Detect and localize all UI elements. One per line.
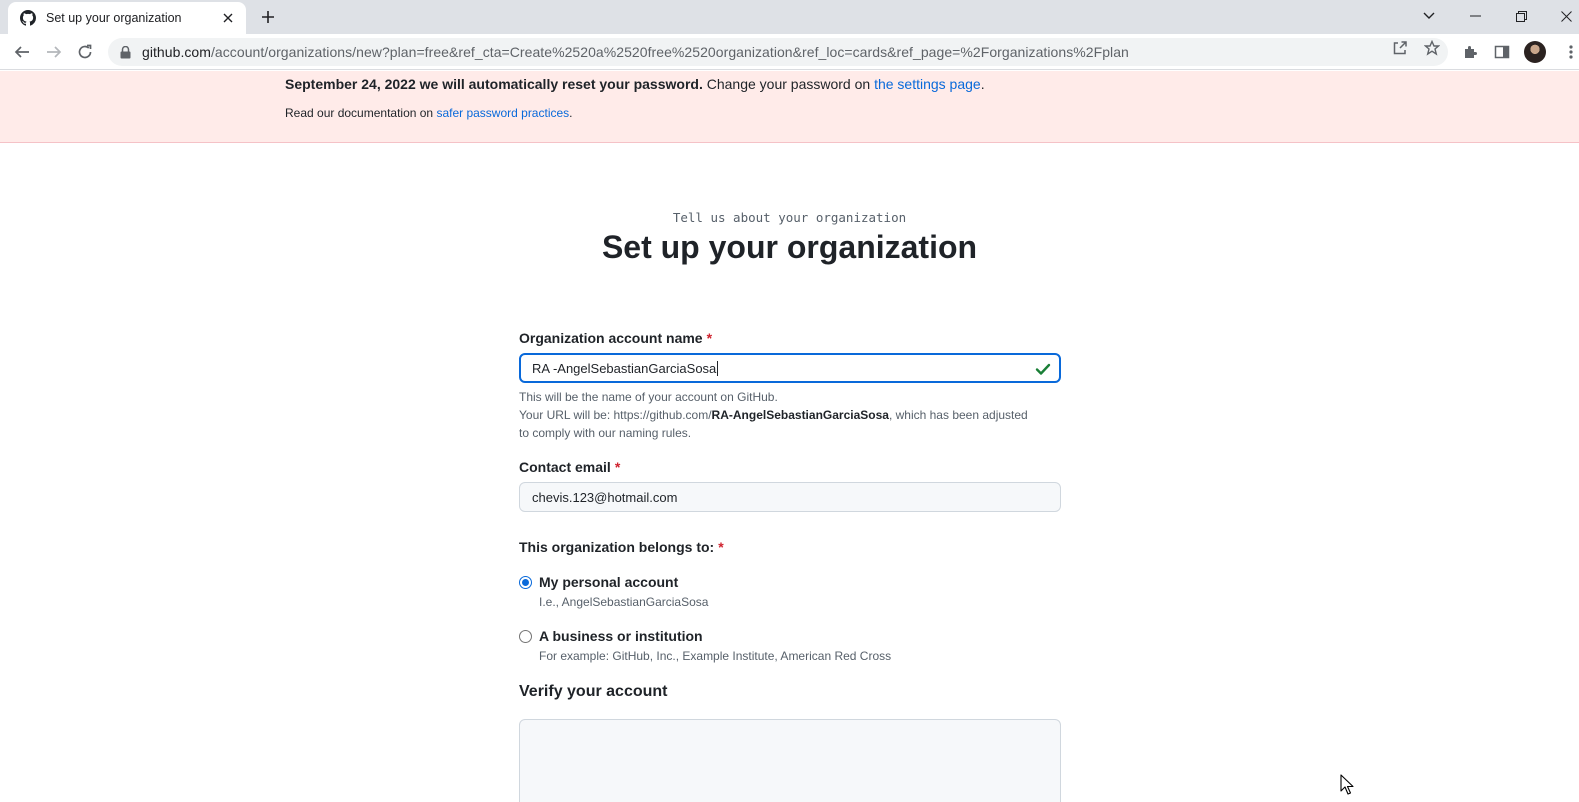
- extensions-puzzle-icon[interactable]: [1462, 43, 1480, 61]
- share-icon[interactable]: [1392, 40, 1408, 56]
- org-name-url-hint: Your URL will be: https://github.com/RA-…: [519, 406, 1039, 442]
- browser-tab[interactable]: Set up your organization: [8, 2, 246, 34]
- text-caret: [717, 360, 719, 376]
- url-hint-prefix: Your URL will be: https://github.com/: [519, 408, 712, 422]
- github-icon: [20, 10, 36, 26]
- tab-search-icon[interactable]: [1419, 6, 1439, 26]
- page-content: September 24, 2022 we will automatically…: [0, 71, 1579, 802]
- belongs-to-label-text: This organization belongs to:: [519, 539, 715, 555]
- back-arrow-icon[interactable]: [11, 41, 33, 63]
- restore-icon[interactable]: [1511, 6, 1531, 26]
- required-marker: *: [614, 459, 621, 475]
- flash-docs-message: Read our documentation on safer password…: [285, 106, 573, 120]
- mouse-pointer-icon: [1340, 774, 1354, 795]
- required-marker: *: [718, 539, 724, 555]
- belongs-to-label: This organization belongs to: *: [519, 539, 724, 555]
- personal-account-label: My personal account: [539, 574, 679, 590]
- safer-password-practices-link[interactable]: safer password practices: [436, 106, 569, 120]
- org-name-hint-line1: This will be the name of your account on…: [519, 390, 778, 404]
- contact-email-label-text: Contact email: [519, 459, 611, 475]
- new-tab-button[interactable]: [258, 7, 278, 27]
- org-name-label: Organization account name *: [519, 330, 712, 346]
- browser-menu-icon[interactable]: [1562, 43, 1579, 61]
- flash-message: September 24, 2022 we will automatically…: [285, 76, 985, 92]
- url-path: /account/organizations/new?plan=free&ref…: [210, 44, 1129, 60]
- browser-toolbar: github.com/account/organizations/new?pla…: [0, 34, 1579, 70]
- page-title: Set up your organization: [601, 229, 978, 265]
- flash-docs-end: .: [569, 106, 573, 120]
- check-icon: [1035, 363, 1051, 375]
- forward-arrow-icon[interactable]: [43, 41, 65, 63]
- reload-icon[interactable]: [74, 41, 96, 63]
- flash-bold-text: September 24, 2022 we will automatically…: [285, 76, 703, 92]
- page-subtitle: Tell us about your organization: [672, 210, 907, 225]
- flash-text-end: .: [980, 76, 985, 92]
- org-name-label-text: Organization account name: [519, 330, 703, 346]
- org-name-hint: This will be the name of your account on…: [519, 388, 1039, 442]
- tab-title: Set up your organization: [46, 11, 182, 25]
- org-name-input[interactable]: RA -AngelSebastianGarciaSosa: [519, 353, 1061, 383]
- personal-account-radio[interactable]: [519, 576, 532, 589]
- contact-email-input[interactable]: chevis.123@hotmail.com: [519, 482, 1061, 512]
- option-personal-account[interactable]: My personal account: [519, 574, 678, 590]
- url-hint-slug: RA-AngelSebastianGarciaSosa: [711, 408, 889, 422]
- lock-icon[interactable]: [120, 45, 134, 59]
- business-description: For example: GitHub, Inc., Example Insti…: [539, 649, 892, 663]
- contact-email-label: Contact email *: [519, 459, 620, 475]
- minimize-icon[interactable]: [1465, 6, 1485, 26]
- settings-page-link[interactable]: the settings page: [874, 76, 981, 92]
- verification-captcha-frame[interactable]: [519, 719, 1061, 802]
- business-radio[interactable]: [519, 630, 532, 643]
- personal-account-description: I.e., AngelSebastianGarciaSosa: [539, 595, 709, 609]
- org-name-value: RA -AngelSebastianGarciaSosa: [532, 360, 717, 376]
- side-panel-icon[interactable]: [1493, 43, 1511, 61]
- option-business[interactable]: A business or institution: [519, 628, 703, 644]
- flash-text: Change your password on: [702, 76, 875, 92]
- contact-email-value: chevis.123@hotmail.com: [532, 489, 678, 505]
- verify-account-heading: Verify your account: [519, 683, 668, 700]
- browser-tabstrip: Set up your organization: [0, 0, 1579, 34]
- close-window-icon[interactable]: [1556, 6, 1576, 26]
- password-reset-flash-banner: September 24, 2022 we will automatically…: [0, 71, 1579, 143]
- bookmark-star-icon[interactable]: [1424, 40, 1440, 56]
- flash-docs-text: Read our documentation on: [285, 106, 437, 120]
- url-text: github.com/account/organizations/new?pla…: [142, 44, 1129, 60]
- business-label: A business or institution: [539, 628, 703, 644]
- address-bar[interactable]: github.com/account/organizations/new?pla…: [108, 38, 1448, 66]
- url-host: github.com: [142, 44, 211, 60]
- close-tab-icon[interactable]: [220, 10, 236, 26]
- required-marker: *: [706, 330, 713, 346]
- profile-avatar[interactable]: [1524, 41, 1546, 63]
